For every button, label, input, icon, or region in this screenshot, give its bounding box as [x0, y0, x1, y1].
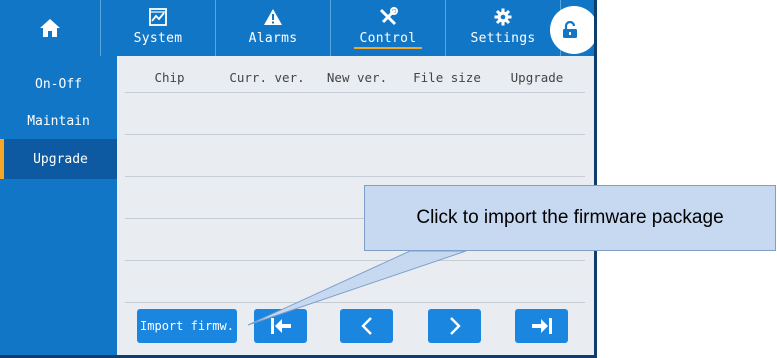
gear-icon — [494, 6, 512, 28]
callout-text: Click to import the firmware package — [416, 207, 724, 228]
tooltip-callout: Click to import the firmware package — [364, 185, 776, 251]
tab-label: Control — [353, 31, 423, 49]
sidebar-item-label: On-Off — [35, 76, 82, 92]
screen: System Alarms Control Settings On-Off Ma… — [0, 0, 594, 355]
device-frame: System Alarms Control Settings On-Off Ma… — [0, 0, 597, 358]
chart-icon — [149, 6, 167, 28]
table-row — [125, 134, 585, 135]
unlock-icon — [563, 21, 577, 38]
tab-label: System — [133, 31, 183, 46]
column-header-new-version: New ver. — [326, 69, 388, 85]
last-page-button[interactable] — [515, 309, 568, 343]
table-header: Chip Curr. ver. New ver. File size Upgra… — [117, 64, 594, 90]
tab-control[interactable]: Control — [331, 0, 446, 56]
sidebar-item-upgrade[interactable]: Upgrade — [0, 139, 117, 179]
first-page-icon — [270, 318, 291, 334]
top-bar: System Alarms Control Settings — [0, 0, 594, 56]
import-firmware-button[interactable]: Import firmw. — [137, 309, 237, 343]
tab-system[interactable]: System — [101, 0, 216, 56]
tab-settings[interactable]: Settings — [446, 0, 561, 56]
lock-button[interactable] — [550, 6, 594, 54]
column-header-upgrade: Upgrade — [510, 69, 564, 85]
previous-page-icon — [360, 317, 372, 335]
table-row — [125, 260, 585, 261]
previous-page-button[interactable] — [340, 309, 393, 343]
table-row — [125, 92, 585, 93]
column-header-current-version: Curr. ver. — [229, 69, 305, 85]
tools-icon — [378, 6, 398, 28]
home-button[interactable] — [0, 0, 101, 56]
home-icon — [40, 19, 60, 37]
import-firmware-label: Import firmw. — [140, 319, 234, 333]
sidebar-item-label: Maintain — [27, 113, 90, 129]
sidebar: On-Off Maintain Upgrade — [0, 56, 117, 355]
next-page-icon — [449, 317, 461, 335]
last-page-icon — [531, 318, 552, 334]
tab-label: Settings — [470, 31, 536, 46]
table-row — [125, 302, 585, 303]
first-page-button[interactable] — [254, 309, 307, 343]
sidebar-item-maintain[interactable]: Maintain — [0, 101, 117, 141]
next-page-button[interactable] — [428, 309, 481, 343]
tab-label: Alarms — [248, 31, 298, 46]
column-header-file-size: File size — [413, 69, 481, 85]
column-header-chip: Chip — [154, 69, 185, 85]
sidebar-item-on-off[interactable]: On-Off — [0, 64, 117, 104]
tab-alarms[interactable]: Alarms — [216, 0, 331, 56]
sidebar-item-label: Upgrade — [33, 151, 88, 167]
table-row — [125, 176, 585, 177]
warning-icon — [263, 6, 283, 28]
